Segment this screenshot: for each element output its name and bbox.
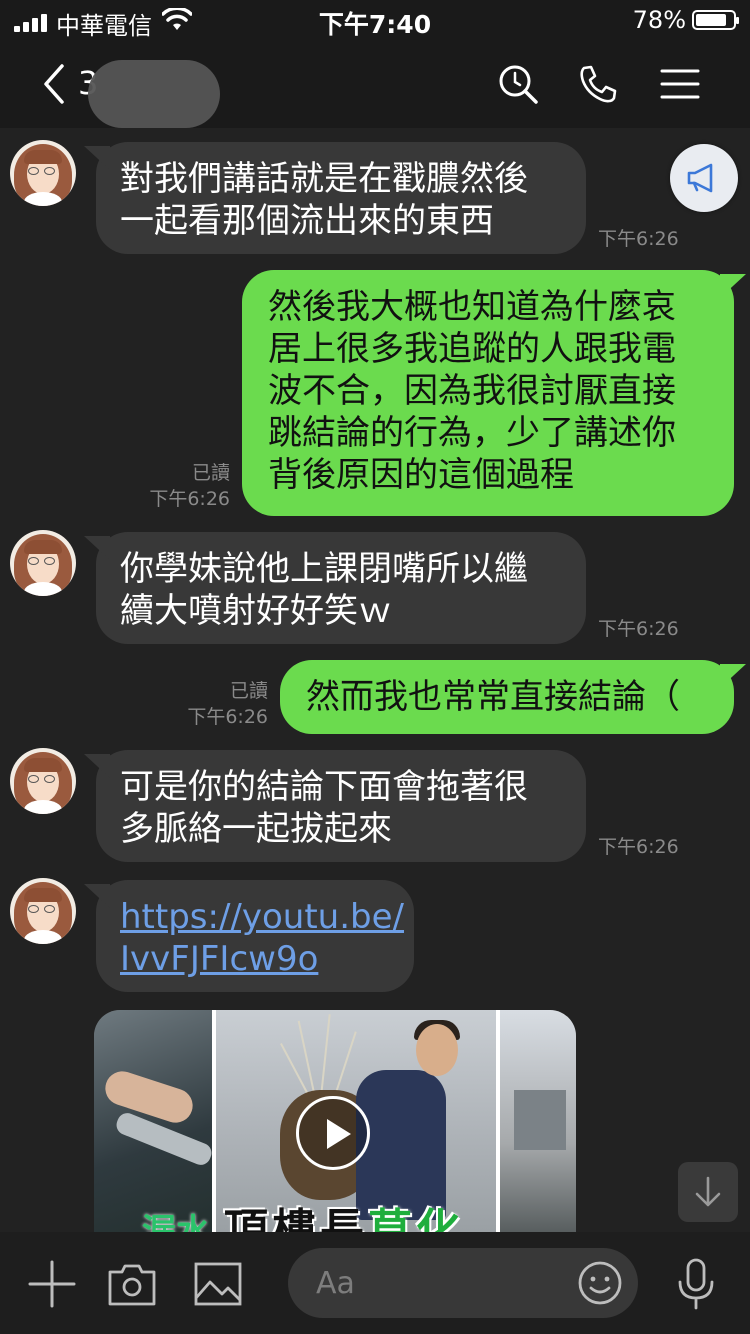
message-line: 波不合，因為我很討厭直接 [268, 371, 676, 411]
avatar[interactable] [10, 140, 76, 206]
camera-icon[interactable] [106, 1258, 158, 1310]
message-bubble-incoming[interactable]: 對我們講話就是在戳膿然後 一起看那個流出來的東西 [96, 142, 586, 254]
message-line: 你學妹說他上課閉嘴所以繼 [120, 549, 528, 589]
link-line[interactable]: IvvFJFIcw9o [120, 938, 390, 980]
image-icon[interactable] [192, 1258, 244, 1310]
avatar[interactable] [10, 530, 76, 596]
video-caption-left: 漏水 [142, 1212, 210, 1232]
message-meta: 已讀 下午6:26 [149, 460, 230, 512]
message-bubble-outgoing[interactable]: 然而我也常常直接結論（ [280, 660, 734, 734]
microphone-icon[interactable] [670, 1258, 722, 1310]
search-icon[interactable] [496, 62, 540, 106]
message-bubble-incoming-link: https://youtu.be/ IvvFJFIcw9o [96, 880, 414, 992]
back-chevron-icon[interactable] [40, 62, 70, 106]
message-line: 續大噴射好好笑ｗ [120, 591, 392, 631]
arrow-down-icon [695, 1176, 721, 1207]
emoji-icon[interactable] [576, 1259, 624, 1307]
read-receipt: 已讀 [229, 680, 268, 702]
play-icon[interactable] [296, 1096, 370, 1170]
message-line: 對我們講話就是在戳膿然後 [120, 159, 528, 199]
message-meta: 已讀 下午6:26 [187, 678, 268, 730]
message-line: 跳結論的行為，少了講述你 [268, 413, 676, 453]
message-line: 一起看那個流出來的東西 [120, 201, 494, 241]
menu-icon[interactable] [658, 62, 702, 106]
battery-percent: 78% [632, 6, 686, 34]
avatar[interactable] [10, 748, 76, 814]
message-time: 下午6:26 [598, 228, 679, 250]
redacted-name-overlay [88, 60, 220, 128]
read-receipt: 已讀 [191, 462, 230, 484]
video-preview-card[interactable]: 漏水 頂樓長草化 [94, 1010, 576, 1232]
message-line: 可是你的結論下面會拖著很 [120, 767, 528, 807]
message-time: 下午6:26 [598, 836, 679, 858]
link-line[interactable]: https://youtu.be/ [120, 896, 404, 938]
message-bubble-incoming[interactable]: 可是你的結論下面會拖著很 多脈絡一起拔起來 [96, 750, 586, 862]
video-caption: 頂樓長草化 [224, 1205, 464, 1232]
phone-icon[interactable] [576, 62, 620, 106]
message-line: 背後原因的這個過程 [268, 455, 574, 495]
message-line: 多脈絡一起拔起來 [120, 809, 392, 849]
message-input[interactable]: Aa [288, 1248, 638, 1318]
message-time: 下午6:26 [598, 618, 679, 640]
message-line: 然後我大概也知道為什麼哀 [268, 287, 676, 327]
message-time: 下午6:26 [149, 488, 230, 510]
input-placeholder: Aa [316, 1266, 355, 1301]
message-time: 下午6:26 [187, 706, 268, 728]
message-bubble-outgoing[interactable]: 然後我大概也知道為什麼哀 居上很多我追蹤的人跟我電 波不合，因為我很討厭直接 跳… [242, 270, 734, 516]
video-thumbnail-left [94, 1010, 214, 1232]
scroll-to-bottom-button[interactable] [678, 1162, 738, 1222]
chat-header: 3 [0, 40, 750, 128]
announcement-button[interactable] [670, 144, 738, 212]
composer-bar: Aa [0, 1232, 750, 1334]
plus-icon[interactable] [26, 1258, 78, 1310]
avatar[interactable] [10, 878, 76, 944]
message-line: 然而我也常常直接結論（ [306, 677, 680, 717]
message-bubble-incoming[interactable]: 你學妹說他上課閉嘴所以繼 續大噴射好好笑ｗ [96, 532, 586, 644]
message-line: 居上很多我追蹤的人跟我電 [268, 329, 676, 369]
battery-icon [692, 10, 739, 30]
status-bar: 中華電信 下午7:40 78% [0, 0, 750, 40]
megaphone-icon [687, 163, 713, 193]
